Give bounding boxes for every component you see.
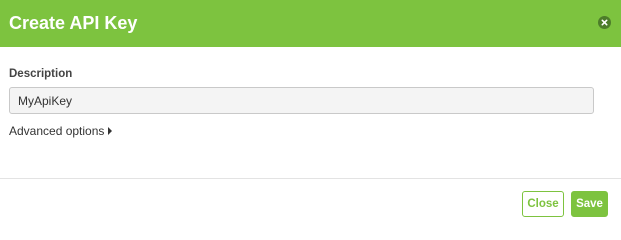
advanced-options-label: Advanced options: [9, 124, 105, 138]
create-api-key-dialog: Create API Key Description Advanced opti…: [0, 0, 621, 227]
footer-divider: [0, 178, 621, 179]
dialog-body: Description Advanced options: [0, 47, 621, 178]
close-icon[interactable]: [598, 16, 611, 29]
dialog-title: Create API Key: [9, 13, 138, 33]
dialog-header: Create API Key: [0, 0, 621, 47]
caret-right-icon: [108, 127, 113, 135]
description-label: Description: [9, 68, 73, 80]
save-button[interactable]: Save: [571, 191, 608, 217]
close-button[interactable]: Close: [522, 191, 564, 217]
advanced-options-toggle[interactable]: Advanced options: [9, 124, 113, 138]
description-input[interactable]: [9, 87, 594, 114]
